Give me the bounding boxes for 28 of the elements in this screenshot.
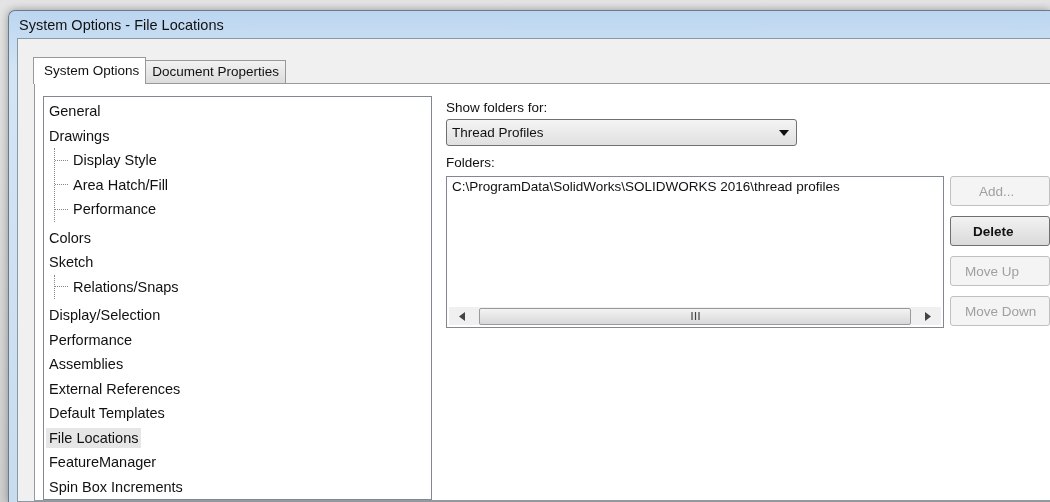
tree-item[interactable]: File Locations: [46, 427, 142, 448]
scroll-left-icon[interactable]: [459, 311, 465, 321]
field-label: Folders:: [446, 153, 495, 172]
tree-item[interactable]: Display/Selection: [46, 305, 164, 326]
caret-icon: [779, 129, 789, 136]
tree-item[interactable]: Display Style: [70, 150, 160, 171]
tree-item[interactable]: Colors: [46, 227, 94, 248]
tree-item[interactable]: Sketch: [46, 252, 97, 273]
tree-item[interactable]: Default Templates: [46, 403, 168, 424]
tree-item[interactable]: FeatureManager: [46, 452, 160, 473]
folder-path[interactable]: C:\ProgramData\SolidWorks\SOLIDWORKS 2016\thread profiles: [452, 179, 938, 194]
grip-icon: [690, 312, 700, 320]
field-label: Show folders for:: [446, 98, 548, 117]
tree-item[interactable]: External References: [46, 378, 184, 399]
tree-item[interactable]: Spin Box Increments: [46, 476, 186, 497]
window-title: System Options - File Locations: [19, 16, 224, 33]
tree-item[interactable]: Area Hatch/Fill: [70, 174, 172, 195]
tree-item[interactable]: General: [46, 101, 104, 122]
tree-item[interactable]: Drawings: [46, 125, 113, 146]
folder-button[interactable]: Delete: [950, 216, 1050, 246]
tab[interactable]: System Options: [33, 57, 147, 84]
tree-item[interactable]: Assemblies: [46, 354, 127, 375]
tree-item[interactable]: Performance: [70, 199, 159, 220]
tab[interactable]: Document Properties: [145, 60, 287, 83]
folder-type-dropdown[interactable]: Thread Profiles: [446, 119, 797, 146]
scroll-right-icon[interactable]: [925, 311, 931, 321]
tree-item[interactable]: Relations/Snaps: [70, 276, 182, 297]
tree-item[interactable]: Performance: [46, 329, 135, 350]
